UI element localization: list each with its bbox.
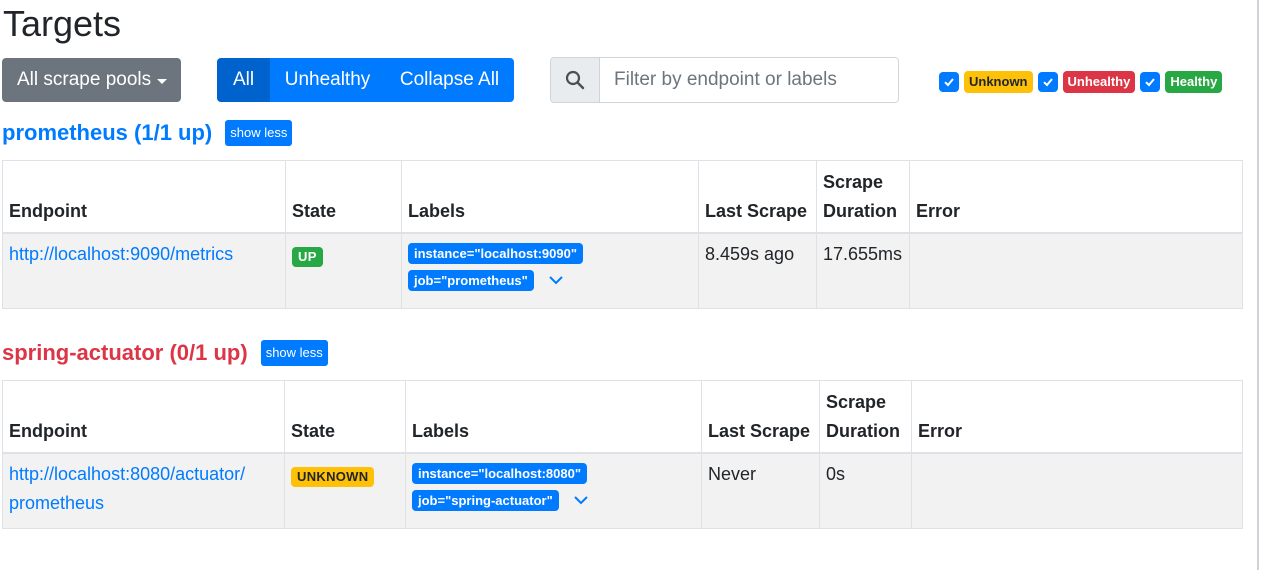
unknown-checkbox[interactable] bbox=[939, 72, 959, 92]
column-error: Error bbox=[911, 380, 1243, 454]
state-cell: UNKNOWN bbox=[284, 452, 406, 529]
labels-cell: instance="localhost:9090" job="prometheu… bbox=[401, 232, 699, 309]
endpoint-cell: http://localhost:8080/actuator/prometheu… bbox=[2, 452, 285, 529]
column-scrape-duration: Scrape Duration bbox=[819, 380, 912, 454]
scrape-duration-cell: 17.655ms bbox=[816, 232, 910, 309]
column-endpoint: Endpoint bbox=[2, 380, 285, 454]
column-labels: Labels bbox=[401, 160, 699, 234]
healthy-checkbox[interactable] bbox=[1140, 72, 1161, 92]
last-scrape-cell: 8.459s ago bbox=[698, 232, 817, 309]
health-filter-group: All Unhealthy Collapse All bbox=[217, 58, 514, 102]
chevron-down-icon[interactable] bbox=[573, 495, 589, 505]
status-badge: UNKNOWN bbox=[291, 466, 375, 487]
healthy-filter-badge: Healthy bbox=[1165, 71, 1223, 93]
show-less-button[interactable]: show less bbox=[225, 120, 293, 146]
column-state: State bbox=[284, 380, 406, 454]
labels-cell: instance="localhost:8080" job="spring-ac… bbox=[405, 452, 702, 529]
status-badge: UP bbox=[292, 246, 323, 267]
label-badge-instance: instance="localhost:9090" bbox=[408, 242, 583, 264]
column-error: Error bbox=[909, 160, 1243, 234]
scrape-duration-cell: 0s bbox=[819, 452, 912, 529]
pool-title-prometheus[interactable]: prometheus (1/1 up) bbox=[2, 120, 212, 146]
caret-down-icon bbox=[157, 78, 168, 84]
search-input[interactable] bbox=[600, 58, 898, 102]
targets-table-spring-actuator: Endpoint State Labels Last Scrape Scrape… bbox=[2, 380, 1243, 529]
column-labels: Labels bbox=[405, 380, 702, 454]
column-endpoint: Endpoint bbox=[2, 160, 286, 234]
last-scrape-cell: Never bbox=[701, 452, 820, 529]
unhealthy-filter-badge: Unhealthy bbox=[1062, 71, 1136, 93]
scrape-pools-dropdown[interactable]: All scrape pools bbox=[2, 58, 181, 102]
check-icon bbox=[1145, 78, 1156, 87]
check-icon bbox=[1042, 78, 1053, 87]
endpoint-link-line1: http://localhost:8080/actuator/ bbox=[9, 463, 246, 484]
column-last-scrape: Last Scrape bbox=[701, 380, 820, 454]
check-icon bbox=[944, 78, 954, 87]
chevron-down-icon[interactable] bbox=[548, 275, 564, 285]
collapse-all-button[interactable]: Collapse All bbox=[385, 58, 514, 102]
pool-title-spring-actuator[interactable]: spring-actuator (0/1 up) bbox=[2, 340, 248, 366]
label-badge-job: job="prometheus" bbox=[408, 269, 534, 291]
search-box bbox=[550, 57, 899, 103]
targets-table-prometheus: Endpoint State Labels Last Scrape Scrape… bbox=[2, 160, 1243, 309]
unknown-filter-badge: Unknown bbox=[964, 71, 1033, 93]
search-icon bbox=[551, 58, 600, 102]
endpoint-link[interactable]: http://localhost:9090/metrics bbox=[9, 244, 233, 264]
scrape-pools-dropdown-label: All scrape pools bbox=[17, 69, 152, 90]
show-less-button[interactable]: show less bbox=[260, 340, 328, 366]
column-state: State bbox=[285, 160, 402, 234]
endpoint-cell: http://localhost:9090/metrics bbox=[2, 232, 286, 309]
pool-header-spring-actuator: spring-actuator (0/1 up) show less bbox=[2, 340, 328, 366]
label-badge-instance: instance="localhost:8080" bbox=[412, 462, 587, 484]
page-title: Targets bbox=[3, 3, 122, 44]
state-cell: UP bbox=[285, 232, 402, 309]
unhealthy-checkbox[interactable] bbox=[1037, 72, 1058, 92]
pool-header-prometheus: prometheus (1/1 up) show less bbox=[2, 120, 293, 146]
column-scrape-duration: Scrape Duration bbox=[816, 160, 910, 234]
state-filter-checkboxes: Unknown Unhealthy Healthy bbox=[939, 71, 1227, 93]
page-right-border bbox=[1257, 0, 1259, 570]
column-last-scrape: Last Scrape bbox=[698, 160, 817, 234]
table-row: http://localhost:8080/actuator/prometheu… bbox=[2, 452, 1243, 529]
filter-all-button[interactable]: All bbox=[217, 58, 270, 102]
label-badge-job: job="spring-actuator" bbox=[412, 489, 559, 511]
table-row: http://localhost:9090/metrics UP instanc… bbox=[2, 232, 1243, 309]
endpoint-link-line2: prometheus bbox=[9, 492, 105, 513]
table-header-row: Endpoint State Labels Last Scrape Scrape… bbox=[2, 380, 1243, 454]
filter-unhealthy-button[interactable]: Unhealthy bbox=[270, 58, 385, 102]
error-cell bbox=[909, 232, 1243, 309]
endpoint-link[interactable]: http://localhost:8080/actuator/prometheu… bbox=[9, 464, 245, 513]
error-cell bbox=[911, 452, 1243, 529]
table-header-row: Endpoint State Labels Last Scrape Scrape… bbox=[2, 160, 1243, 234]
